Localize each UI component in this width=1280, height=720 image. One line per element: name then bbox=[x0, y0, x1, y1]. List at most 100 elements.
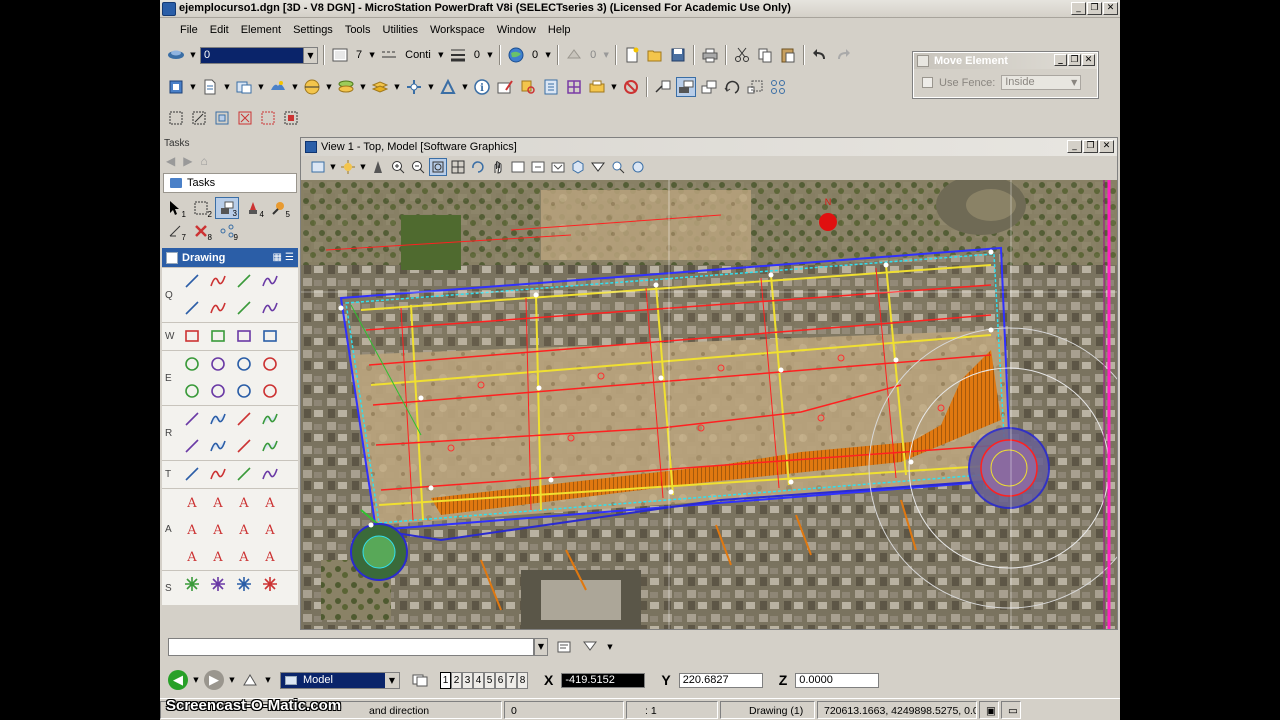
keyin-options-dropdown[interactable]: ▼ bbox=[606, 643, 614, 651]
lock-status-icon[interactable]: ▭ bbox=[1001, 700, 1021, 719]
display-style-icon[interactable] bbox=[302, 77, 322, 97]
hatch-area-icon[interactable] bbox=[180, 407, 204, 431]
priority-dropdown[interactable]: ▼ bbox=[602, 51, 610, 59]
color-dropdown[interactable]: ▼ bbox=[368, 51, 376, 59]
menu-edit[interactable]: Edit bbox=[204, 24, 235, 36]
minimize-button[interactable]: _ bbox=[1071, 2, 1086, 15]
rotate-view-icon[interactable] bbox=[469, 158, 487, 176]
keyin-input[interactable] bbox=[168, 638, 534, 656]
cube-view-icon[interactable] bbox=[166, 77, 186, 97]
model-canvas[interactable]: N bbox=[301, 180, 1117, 629]
fence-tool[interactable]: 2 bbox=[189, 197, 213, 219]
keyin-history-dropdown[interactable]: ▼ bbox=[534, 638, 548, 656]
modify-tool[interactable]: 5 bbox=[267, 197, 291, 219]
delete-fill-icon[interactable] bbox=[232, 434, 256, 458]
layers-icon[interactable] bbox=[370, 77, 390, 97]
change-attributes-tool[interactable]: 4 bbox=[241, 197, 265, 219]
display-mode-icon[interactable] bbox=[339, 158, 357, 176]
menu-workspace[interactable]: Workspace bbox=[424, 24, 491, 36]
priority-icon[interactable] bbox=[564, 45, 584, 65]
spell-check-icon[interactable]: A bbox=[232, 490, 256, 514]
copy-element-icon[interactable] bbox=[699, 77, 719, 97]
edit-text-icon[interactable]: A bbox=[206, 490, 230, 514]
text-enter-icon[interactable]: A bbox=[258, 517, 282, 541]
rotate-icon[interactable] bbox=[722, 77, 742, 97]
view-next-icon[interactable] bbox=[529, 158, 547, 176]
fit-view-icon[interactable] bbox=[449, 158, 467, 176]
select-shape-icon[interactable] bbox=[189, 108, 209, 128]
paste-icon[interactable] bbox=[778, 45, 798, 65]
new-file-icon[interactable] bbox=[622, 45, 642, 65]
use-fence-checkbox[interactable] bbox=[922, 77, 933, 88]
match-pattern-icon[interactable] bbox=[206, 434, 230, 458]
place-text-icon[interactable]: A bbox=[180, 490, 204, 514]
line-style-icon[interactable] bbox=[379, 45, 399, 65]
text-node-icon[interactable] bbox=[180, 462, 204, 486]
text-size-icon[interactable]: A bbox=[206, 517, 230, 541]
line-weight-icon[interactable] bbox=[448, 45, 468, 65]
delete-tool[interactable]: 8 bbox=[189, 220, 213, 242]
clip-mask-icon[interactable] bbox=[589, 158, 607, 176]
redo-icon[interactable] bbox=[833, 45, 853, 65]
text-note-icon[interactable]: A bbox=[180, 517, 204, 541]
z-coordinate-field[interactable]: 0.0000 bbox=[795, 672, 880, 688]
text-style-icon[interactable] bbox=[232, 462, 256, 486]
tasks-dropdown[interactable]: Tasks bbox=[163, 173, 297, 193]
cut-icon[interactable] bbox=[732, 45, 752, 65]
dialog-maximize-button[interactable]: ❐ bbox=[1068, 54, 1081, 66]
construct-angle-icon[interactable] bbox=[232, 296, 256, 320]
place-line-icon[interactable] bbox=[206, 269, 230, 293]
keyin-options-icon[interactable] bbox=[580, 637, 600, 657]
modify-arc-icon[interactable] bbox=[258, 352, 282, 376]
place-quarter-icon[interactable] bbox=[258, 379, 282, 403]
select-all-icon[interactable] bbox=[281, 108, 301, 128]
x-coordinate-field[interactable]: -419.5152 bbox=[561, 672, 646, 688]
level-manager-icon[interactable] bbox=[166, 45, 186, 65]
place-point-icon[interactable] bbox=[180, 296, 204, 320]
y-coordinate-field[interactable]: 220.6827 bbox=[678, 672, 763, 688]
place-circle-icon[interactable] bbox=[180, 352, 204, 376]
fence-mode-select[interactable]: Inside ▼ bbox=[1001, 75, 1082, 90]
batch-icon[interactable] bbox=[541, 77, 561, 97]
place-smartline-icon[interactable] bbox=[180, 269, 204, 293]
cell-define-icon[interactable] bbox=[232, 572, 256, 596]
cell-place-icon[interactable] bbox=[180, 572, 204, 596]
select-invert-icon[interactable] bbox=[258, 108, 278, 128]
clip-volume-icon[interactable] bbox=[569, 158, 587, 176]
copy-icon[interactable] bbox=[755, 45, 775, 65]
update-view-icon[interactable] bbox=[369, 158, 387, 176]
place-block-icon[interactable] bbox=[180, 324, 204, 348]
level-manager-dropdown[interactable]: ▼ bbox=[189, 51, 197, 59]
level-display-icon[interactable] bbox=[336, 77, 356, 97]
move-element-icon[interactable] bbox=[676, 77, 696, 97]
view-maximize-button[interactable]: ❐ bbox=[1083, 140, 1098, 153]
icon-view-icon[interactable]: ▦ bbox=[273, 252, 282, 263]
view-7-button[interactable]: 7 bbox=[506, 671, 517, 689]
fill-icon[interactable] bbox=[180, 434, 204, 458]
place-curve-icon[interactable] bbox=[206, 296, 230, 320]
model-select[interactable]: Model ▼ bbox=[280, 671, 400, 689]
copy-view-icon[interactable] bbox=[549, 158, 567, 176]
dialog-close-button[interactable]: ✕ bbox=[1082, 54, 1095, 66]
move-tool-icon[interactable] bbox=[653, 77, 673, 97]
raster-manager-icon[interactable] bbox=[268, 77, 288, 97]
move-element-dialog-titlebar[interactable]: Move Element _ ❐ ✕ bbox=[914, 53, 1097, 69]
no-access-icon[interactable] bbox=[621, 77, 641, 97]
edit-text-icon[interactable] bbox=[495, 77, 515, 97]
models-icon[interactable] bbox=[234, 77, 254, 97]
menu-settings[interactable]: Settings bbox=[287, 24, 339, 36]
views-icon[interactable] bbox=[410, 670, 430, 690]
close-button[interactable]: ✕ bbox=[1103, 2, 1118, 15]
place-half-ellipse-icon[interactable] bbox=[206, 379, 230, 403]
transparency-globe-icon[interactable] bbox=[506, 45, 526, 65]
workspace-icon[interactable] bbox=[587, 77, 607, 97]
match-text-icon[interactable] bbox=[258, 462, 282, 486]
text-field-icon[interactable]: A bbox=[232, 517, 256, 541]
transparency-dropdown[interactable]: ▼ bbox=[544, 51, 552, 59]
place-tangent-icon[interactable] bbox=[180, 379, 204, 403]
place-arc-icon[interactable] bbox=[232, 352, 256, 376]
measure-tool[interactable]: 7 bbox=[163, 220, 187, 242]
save-icon[interactable] bbox=[668, 45, 688, 65]
open-folder-icon[interactable] bbox=[645, 45, 665, 65]
back-icon[interactable]: ◀ bbox=[166, 154, 175, 168]
